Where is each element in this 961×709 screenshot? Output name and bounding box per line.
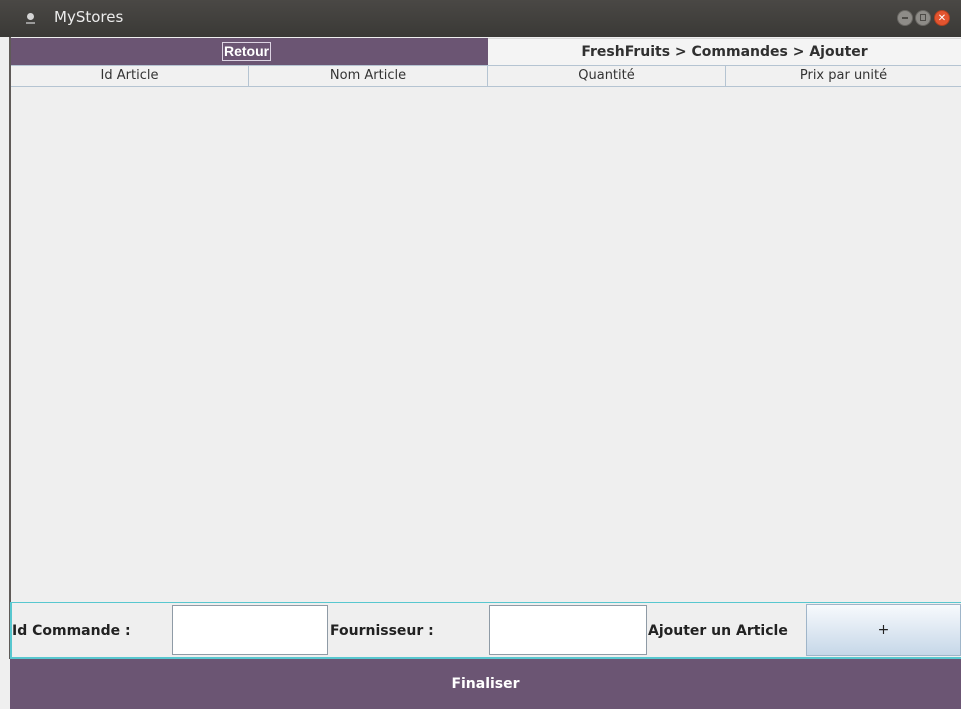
finalize-button[interactable]: Finaliser: [10, 659, 961, 709]
articles-table-body[interactable]: [11, 87, 961, 602]
back-button[interactable]: Retour: [11, 38, 488, 65]
close-icon[interactable]: ✕: [934, 10, 950, 26]
add-article-label: Ajouter un Article: [648, 623, 788, 639]
supplier-input[interactable]: [489, 605, 647, 655]
breadcrumb: FreshFruits > Commandes > Ajouter: [488, 38, 961, 65]
title-bar[interactable]: MyStores ✕: [0, 0, 961, 37]
app-window: MyStores ✕ Retour FreshFruits > Commande…: [0, 0, 961, 709]
supplier-label: Fournisseur :: [330, 623, 434, 639]
order-id-input[interactable]: [172, 605, 328, 655]
column-header-prix-unite[interactable]: Prix par unité: [726, 66, 961, 86]
add-article-button[interactable]: +: [806, 604, 961, 656]
order-form-row: Id Commande : Fournisseur : Ajouter un A…: [10, 602, 961, 659]
order-id-label: Id Commande :: [12, 623, 131, 639]
column-header-nom-article[interactable]: Nom Article: [249, 66, 488, 86]
app-icon: [26, 13, 35, 24]
back-button-label: Retour: [222, 42, 272, 61]
maximize-icon[interactable]: [915, 10, 931, 26]
table-header: Id Article Nom Article Quantité Prix par…: [11, 65, 961, 87]
column-header-id-article[interactable]: Id Article: [11, 66, 249, 86]
window-title: MyStores: [54, 8, 124, 26]
top-bar: Retour FreshFruits > Commandes > Ajouter: [11, 38, 961, 65]
minimize-icon[interactable]: [897, 10, 913, 26]
column-header-quantite[interactable]: Quantité: [488, 66, 726, 86]
